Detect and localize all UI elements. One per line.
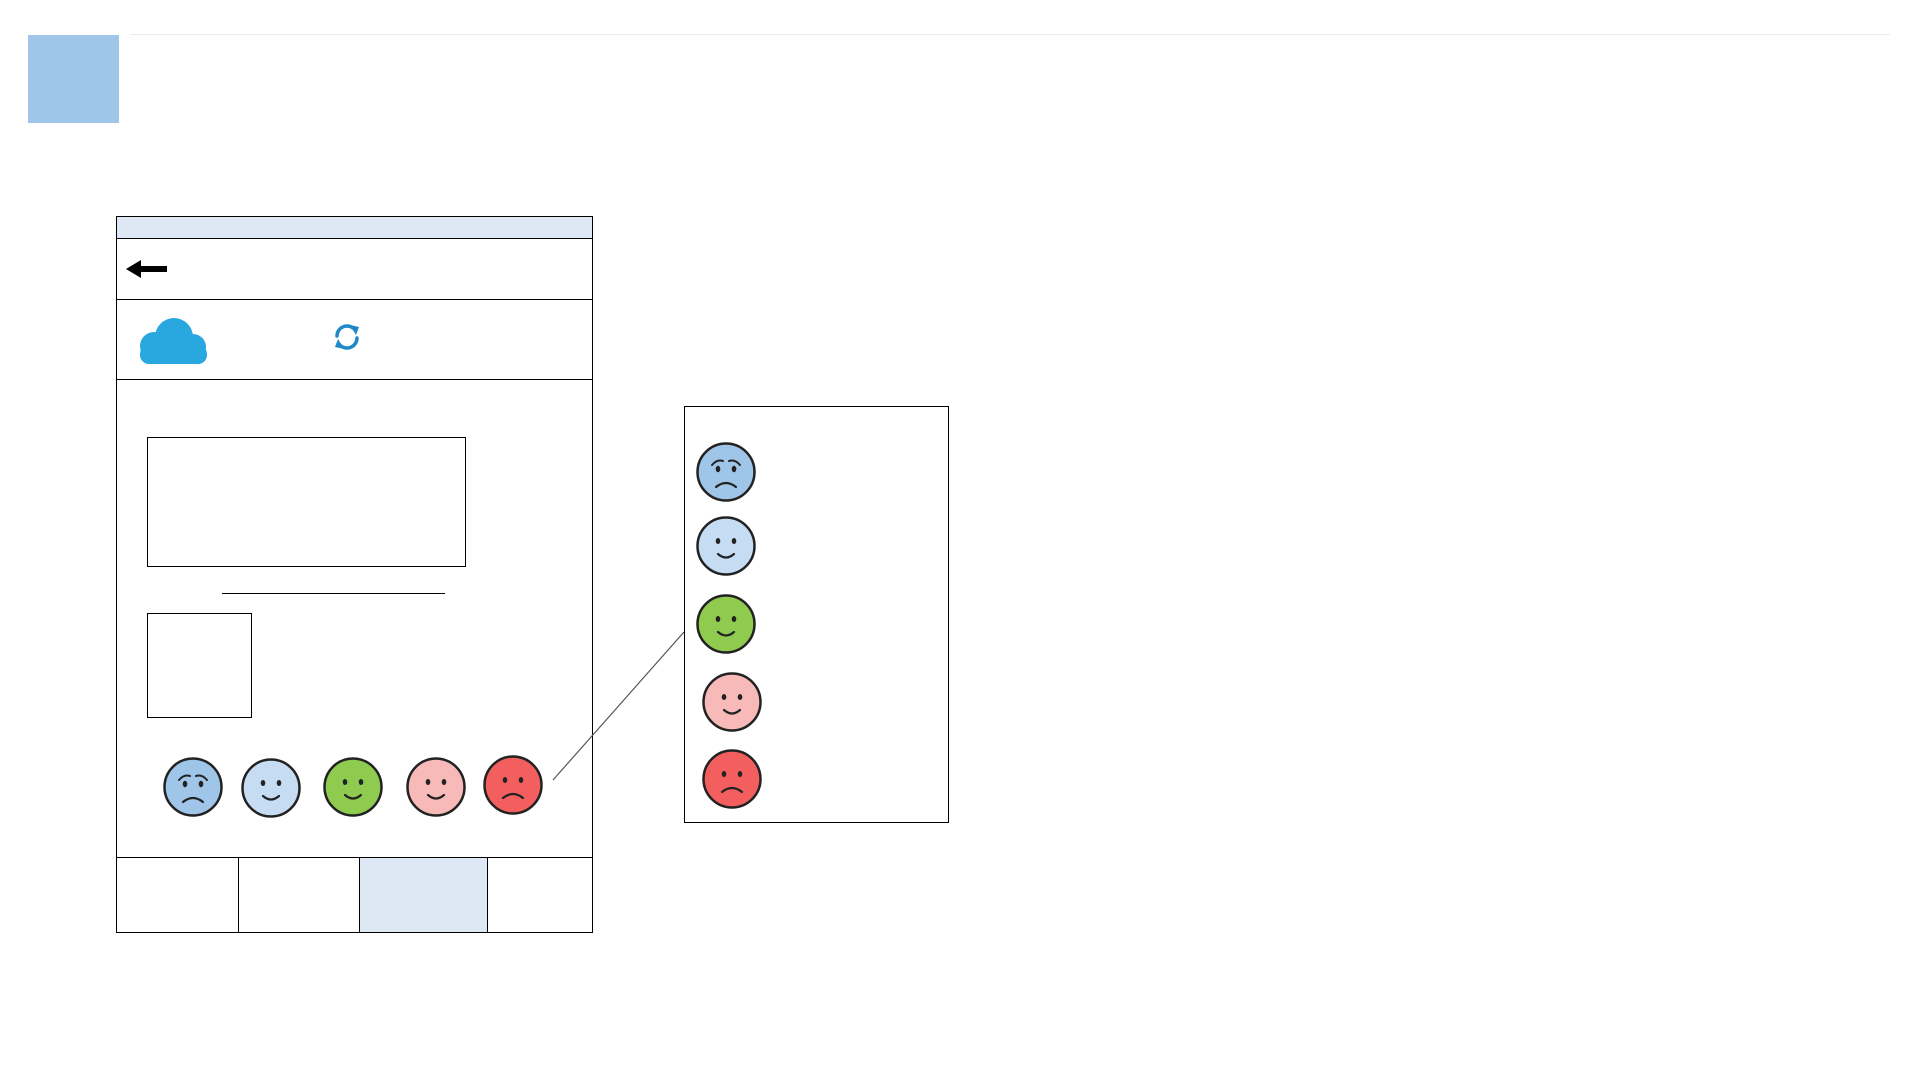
nav-tab-4[interactable] — [487, 858, 592, 932]
worried-face-icon — [696, 442, 756, 502]
arrow-left-icon[interactable] — [126, 259, 170, 279]
smiling-face-icon — [323, 757, 383, 817]
worried-face-icon — [163, 757, 223, 817]
rating-face-2[interactable] — [240, 757, 302, 819]
corner-square — [28, 35, 119, 123]
refresh-icon[interactable] — [332, 322, 362, 352]
smiling-face-icon — [696, 516, 756, 576]
smiling-face-icon — [696, 594, 756, 654]
smiling-face-icon — [241, 758, 301, 818]
rating-face-4[interactable] — [405, 756, 467, 818]
status-divider — [117, 238, 592, 239]
legend-face-5 — [701, 748, 763, 810]
smiling-face-icon — [406, 757, 466, 817]
smiling-face-icon — [702, 672, 762, 732]
frowning-face-icon — [702, 749, 762, 809]
bottom-nav — [117, 857, 592, 932]
legend-face-4 — [701, 671, 763, 733]
legend-face-3 — [695, 593, 757, 655]
legend-face-2 — [695, 515, 757, 577]
frowning-face-icon — [483, 755, 543, 815]
rating-face-3[interactable] — [322, 756, 384, 818]
status-bar — [117, 217, 592, 239]
nav-tab-3[interactable] — [359, 858, 487, 932]
rating-face-5[interactable] — [482, 754, 544, 816]
cloud-icon — [130, 312, 214, 366]
top-rule — [130, 34, 1890, 35]
nav-tab-1[interactable] — [117, 858, 238, 932]
header-divider — [117, 299, 592, 300]
legend-face-1 — [695, 441, 757, 503]
nav-tab-2[interactable] — [238, 858, 359, 932]
weather-divider — [117, 379, 592, 380]
rating-face-1[interactable] — [162, 756, 224, 818]
thumbnail-placeholder — [147, 613, 252, 718]
content-placeholder — [147, 437, 466, 567]
content-divider — [222, 593, 445, 594]
